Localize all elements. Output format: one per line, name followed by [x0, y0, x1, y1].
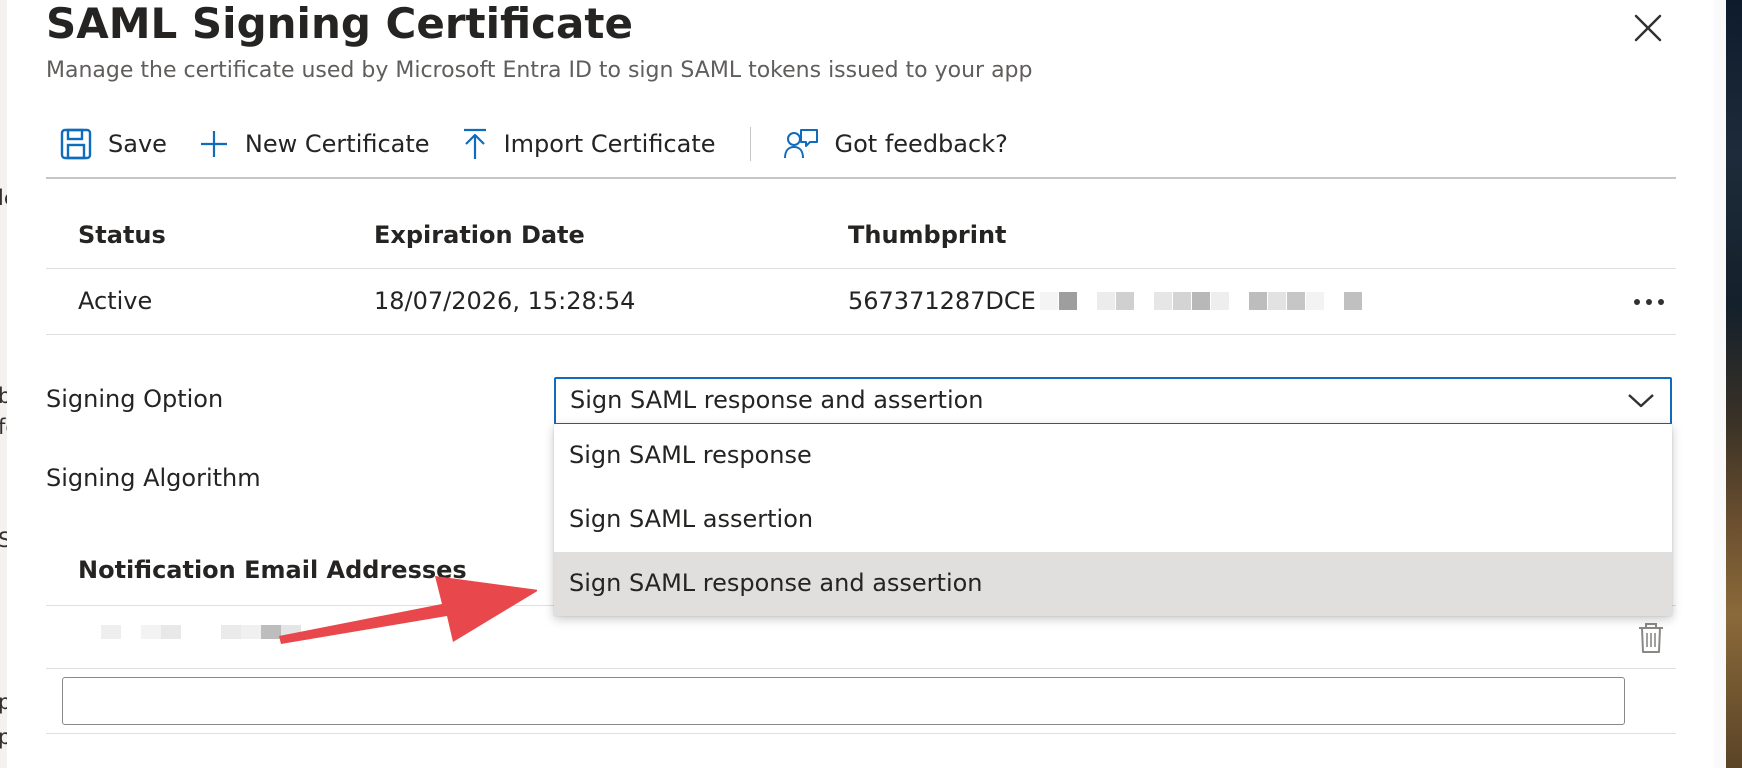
close-icon	[1634, 14, 1662, 42]
page-title: SAML Signing Certificate	[46, 0, 633, 48]
more-icon	[1634, 299, 1664, 305]
import-icon	[463, 128, 486, 159]
new-certificate-label: New Certificate	[244, 130, 430, 158]
save-button-label: Save	[108, 130, 167, 158]
option-label: Sign SAML response and assertion	[569, 569, 983, 597]
plus-icon	[200, 131, 227, 157]
option-label: Sign SAML response	[569, 441, 812, 469]
option-sign-saml-assertion[interactable]: Sign SAML assertion	[554, 488, 1672, 552]
feedback-label: Got feedback?	[834, 130, 1008, 158]
feedback-button[interactable]: Got feedback?	[763, 128, 1008, 160]
signing-option-dropdown[interactable]: Sign SAML response and assertion	[554, 377, 1672, 425]
certificate-thumbprint: 567371287DCE	[848, 286, 1363, 317]
import-certificate-label: Import Certificate	[503, 130, 716, 158]
certificate-expiration: 18/07/2026, 15:28:54	[374, 287, 636, 315]
trash-icon	[1639, 623, 1663, 653]
background-desktop-wallpaper	[1714, 0, 1742, 768]
column-header-thumbprint: Thumbprint	[848, 221, 1007, 249]
divider	[46, 733, 1676, 734]
signing-algorithm-label: Signing Algorithm	[46, 464, 261, 492]
chevron-down-icon	[1628, 394, 1654, 408]
redacted-thumbprint	[1039, 287, 1363, 317]
redacted-email	[101, 624, 301, 643]
save-icon	[60, 128, 92, 160]
new-certificate-button[interactable]: New Certificate	[199, 129, 430, 159]
option-sign-saml-response[interactable]: Sign SAML response	[554, 424, 1672, 488]
thumbprint-visible-text: 567371287DCE	[848, 287, 1036, 315]
new-email-input[interactable]	[62, 677, 1625, 725]
signing-option-label: Signing Option	[46, 385, 224, 413]
toolbar-divider	[46, 177, 1676, 179]
table-row[interactable]: Active 18/07/2026, 15:28:54 567371287DCE	[46, 270, 1676, 335]
import-certificate-button[interactable]: Import Certificate	[462, 128, 716, 160]
row-more-button[interactable]	[1631, 288, 1671, 316]
certificate-status: Active	[78, 287, 153, 315]
column-header-expiration: Expiration Date	[374, 221, 585, 249]
page-subtitle: Manage the certificate used by Microsoft…	[46, 58, 1033, 83]
save-button[interactable]: Save	[46, 128, 167, 160]
signing-option-listbox: Sign SAML response Sign SAML assertion S…	[554, 424, 1672, 616]
option-sign-saml-response-and-assertion[interactable]: Sign SAML response and assertion	[554, 552, 1672, 616]
option-label: Sign SAML assertion	[569, 505, 814, 533]
toolbar-separator	[749, 127, 751, 161]
command-bar: Save New Certificate Import Certificate …	[46, 118, 1040, 170]
saml-certificate-panel: SAML Signing Certificate Manage the cert…	[7, 0, 1714, 768]
annotation-arrow-icon	[279, 576, 537, 644]
close-button[interactable]	[1630, 10, 1666, 46]
certificate-table-header: Status Expiration Date Thumbprint	[46, 206, 1676, 269]
feedback-icon	[783, 129, 818, 159]
delete-email-button[interactable]	[1636, 622, 1666, 654]
signing-option-selected-value: Sign SAML response and assertion	[570, 386, 984, 414]
column-header-status: Status	[78, 221, 166, 249]
